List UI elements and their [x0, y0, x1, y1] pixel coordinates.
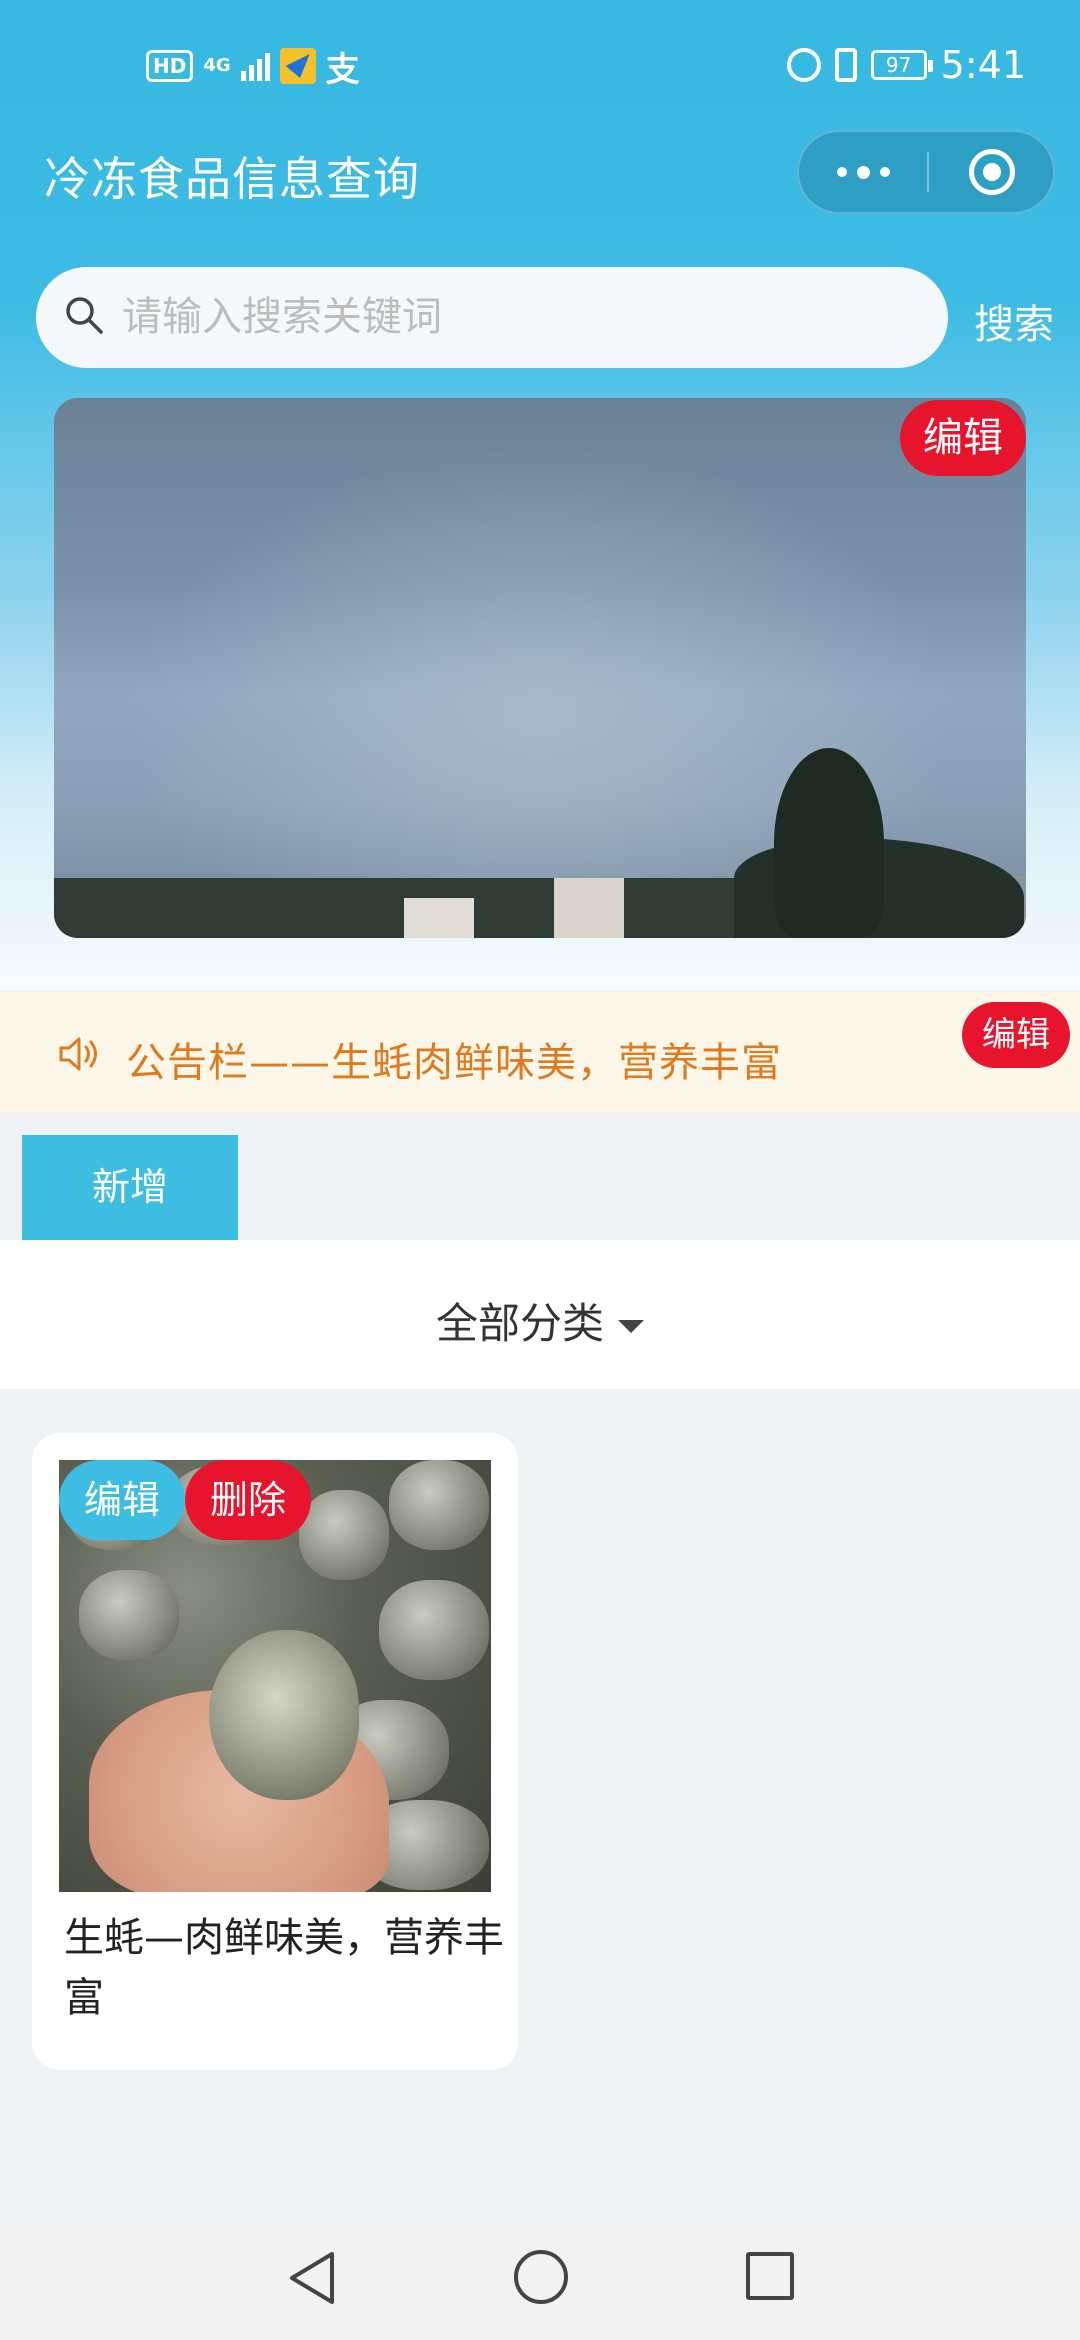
search-icon	[66, 297, 103, 334]
status-right-icons: 97 5:41	[786, 40, 1026, 90]
alipay-icon: 支	[325, 49, 360, 90]
search-input[interactable]	[122, 287, 922, 347]
caret-down-icon	[618, 1320, 644, 1333]
app-notification-icon	[279, 48, 316, 84]
hd-icon: HD	[146, 50, 194, 82]
vibrate-icon	[834, 48, 857, 82]
category-selected: 全部分类	[435, 1299, 604, 1348]
search-button[interactable]: 搜索	[974, 292, 1054, 350]
banner-edit-button[interactable]: 编辑	[900, 400, 1026, 476]
network-type: 4G	[203, 55, 231, 76]
product-title: 生蚝—肉鲜味美，营养丰富	[64, 1915, 504, 2021]
add-button[interactable]: 新增	[22, 1135, 238, 1240]
notice-edit-button[interactable]: 编辑	[962, 1002, 1070, 1068]
clock: 5:41	[940, 43, 1026, 87]
home-icon[interactable]	[514, 2250, 568, 2304]
capsule-divider	[927, 152, 929, 192]
more-dots-icon[interactable]	[799, 132, 927, 212]
page-title: 冷冻食品信息查询	[44, 152, 420, 206]
status-bar: HD 4G 支 97 5:41	[0, 0, 1080, 132]
notice-text: 公告栏——生蚝肉鲜味美，营养丰富	[126, 1040, 782, 1086]
target-icon[interactable]	[969, 149, 1015, 195]
signal-icon	[240, 51, 270, 81]
card-edit-button[interactable]: 编辑	[59, 1460, 185, 1540]
banner-image[interactable]	[54, 398, 1026, 938]
status-left-icons: HD 4G 支	[146, 44, 360, 90]
battery-icon: 97	[870, 50, 933, 80]
card-delete-button[interactable]: 删除	[185, 1460, 311, 1540]
mini-program-capsule	[797, 130, 1055, 214]
alarm-icon	[786, 48, 821, 82]
back-icon[interactable]	[286, 2250, 338, 2306]
search-bar	[36, 267, 948, 368]
speaker-icon	[59, 1037, 97, 1071]
category-dropdown[interactable]: 全部分类	[0, 1290, 1080, 1351]
recent-apps-icon[interactable]	[746, 2252, 794, 2300]
